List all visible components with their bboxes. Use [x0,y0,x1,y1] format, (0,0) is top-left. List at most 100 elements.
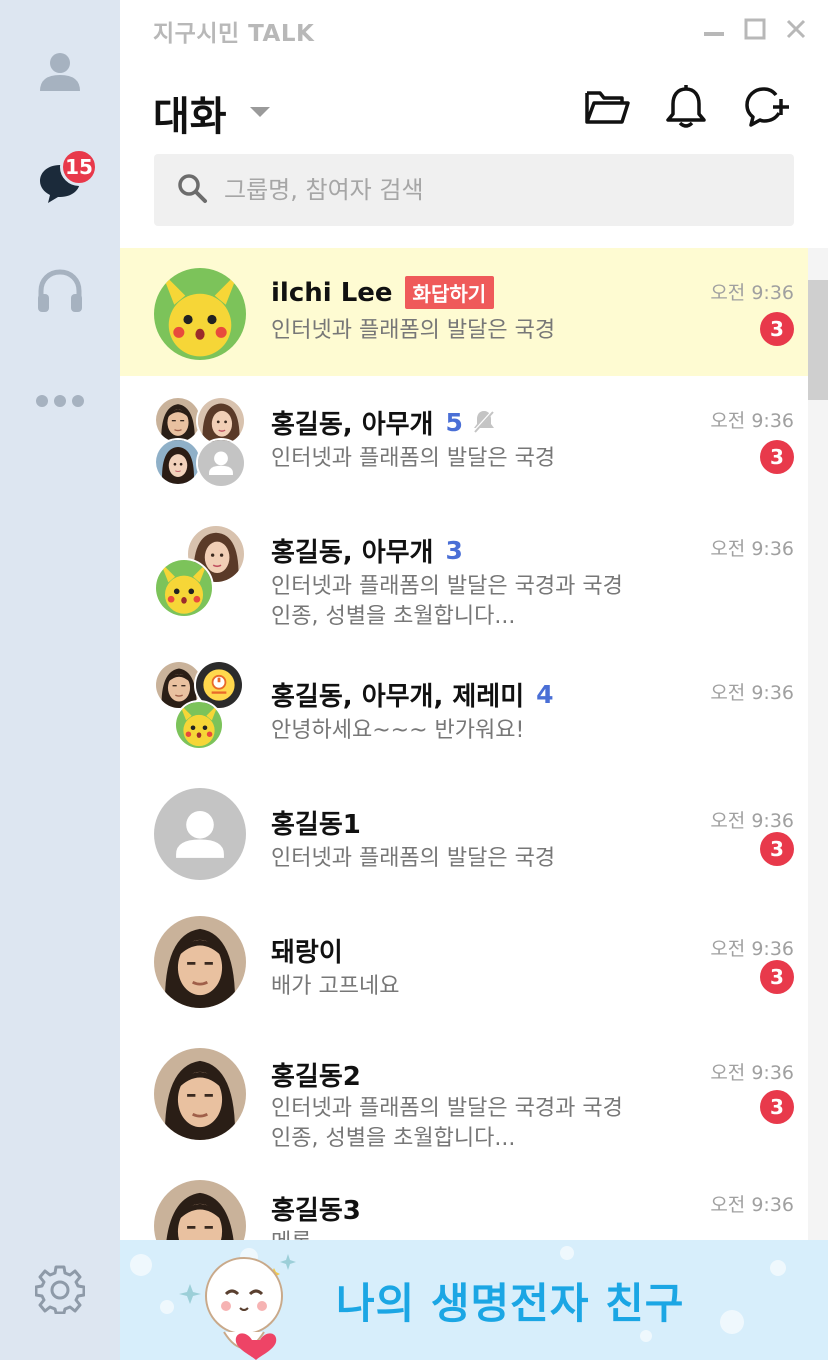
preview-line: 인터넷과 플래폼의 발달은 국경 [271,846,556,871]
conversation-row[interactable]: 홍길동3 메롱 오전 9:36 [120,1176,808,1240]
member-count: 4 [536,680,554,709]
preview-line: 배가 고프네요 [271,974,400,999]
nav-chats[interactable] [0,136,120,226]
avatar [154,268,246,360]
folder-icon [584,87,630,131]
headphones-icon [35,266,85,316]
message-preview: 인터넷과 플래폼의 발달은 국경과 국경 인종, 성별을 초월합니다... [271,572,671,632]
unread-badge: 3 [760,440,794,474]
group-avatar [154,524,246,618]
folder-button[interactable] [582,84,632,134]
conversation-row[interactable]: 홍길동2 인터넷과 플래폼의 발달은 국경과 국경 인종, 성별을 초월합니다.… [120,1032,808,1176]
banner-text: 나의 생명전자 친구 [336,1279,685,1328]
conversation-name: ilchi Lee [271,277,393,308]
unread-badge: 3 [760,832,794,866]
message-preview: 인터넷과 플래폼의 발달은 국경과 국경 인종, 성별을 초월합니다... [271,1094,671,1154]
nav-profile[interactable] [0,26,120,116]
title-dropdown[interactable] [248,104,272,123]
member-avatar [196,438,246,488]
avatar [154,788,246,880]
conversation-row[interactable]: 홍길동, 아무개, 제레미 4 안녕하세요~~~ 반가워요! 오전 9:36 [120,648,808,776]
minimize-icon [703,18,725,44]
timestamp: 오전 9:36 [710,938,794,960]
chat-unread-badge: 15 [60,148,98,186]
new-chat-button[interactable] [742,84,792,134]
timestamp: 오전 9:36 [710,282,794,304]
message-preview: 인터넷과 플래폼의 발달은 국경 [271,444,671,474]
conversation-row[interactable]: 돼랑이 배가 고프네요 오전 9:36 3 [120,904,808,1032]
preview-line: 인종, 성별을 초월합니다... [271,1126,516,1151]
timestamp: 오전 9:36 [710,410,794,432]
timestamp: 오전 9:36 [710,538,794,560]
conversation-name: 홍길동1 [271,810,361,840]
close-button[interactable] [781,16,811,46]
conversation-name: 홍길동3 [271,1196,361,1226]
avatar [154,1180,246,1240]
app-title: 지구시민 TALK [153,21,315,47]
preview-line: 인터넷과 플래폼의 발달은 국경과 국경 [271,574,623,599]
reply-tag[interactable]: 화답하기 [404,276,495,309]
nav-support[interactable] [0,246,120,336]
conversation-name: 홍길동2 [271,1062,361,1092]
group-avatar [154,396,246,488]
search-input[interactable] [224,176,764,204]
conversation-row[interactable]: 홍길동1 인터넷과 플래폼의 발달은 국경 오전 9:36 3 [120,776,808,904]
nav-settings[interactable] [0,1244,120,1334]
conversation-name: 홍길동, 아무개, 제레미 [271,682,525,712]
scrollbar-thumb[interactable] [808,280,828,400]
close-icon [785,18,807,44]
page-title: 대화 [153,94,227,140]
caret-down-icon [248,104,272,123]
unread-badge: 3 [760,1090,794,1124]
group-avatar [154,660,246,752]
maximize-button[interactable] [740,16,770,46]
member-avatar [154,558,214,618]
left-rail: 15 [0,0,120,1360]
character-illustration-icon [160,1244,310,1360]
avatar [154,1048,246,1140]
conversation-name: 돼랑이 [271,938,343,968]
avatar [154,916,246,1008]
conversation-list: ilchi Lee 화답하기 인터넷과 플래폼의 발달은 국경 오전 9:36 … [120,248,808,1240]
message-preview: 메롱 [271,1228,671,1240]
minimize-button[interactable] [699,16,729,46]
preview-line: 인터넷과 플래폼의 발달은 국경과 국경 [271,1096,623,1121]
conversation-row[interactable]: 홍길동, 아무개 5 인터넷과 플래폼의 발달은 국경 오전 9:36 3 [120,376,808,504]
conversation-name: 홍길동, 아무개 [271,538,434,568]
conversation-row[interactable]: 홍길동, 아무개 3 인터넷과 플래폼의 발달은 국경과 국경 인종, 성별을 … [120,504,808,648]
preview-line: 인종, 성별을 초월합니다... [271,604,516,629]
member-count: 5 [445,408,463,437]
person-icon [36,47,84,95]
unread-badge: 3 [760,960,794,994]
more-dots-icon [35,394,85,408]
bell-muted-icon [471,408,497,438]
nav-more[interactable] [0,356,120,446]
search-icon [176,172,208,208]
message-preview: 인터넷과 플래폼의 발달은 국경 [271,316,671,346]
gear-icon [35,1264,85,1314]
notification-button[interactable] [661,84,711,134]
add-chat-icon [743,85,791,133]
preview-line: 인터넷과 플래폼의 발달은 국경 [271,446,556,471]
promo-banner[interactable]: 나의 생명전자 친구 [120,1240,828,1360]
maximize-icon [744,18,766,44]
member-count: 3 [445,536,463,565]
search-bar[interactable] [154,154,794,226]
timestamp: 오전 9:36 [710,682,794,704]
member-avatar [154,396,202,444]
preview-line: 인터넷과 플래폼의 발달은 국경 [271,318,556,343]
message-preview: 인터넷과 플래폼의 발달은 국경 [271,844,671,874]
message-preview: 배가 고프네요 [271,972,671,1002]
conversation-name: 홍길동, 아무개 [271,410,434,440]
timestamp: 오전 9:36 [710,1062,794,1084]
timestamp: 오전 9:36 [710,1194,794,1216]
member-avatar [174,700,224,750]
member-avatar [154,438,202,486]
conversation-row[interactable]: ilchi Lee 화답하기 인터넷과 플래폼의 발달은 국경 오전 9:36 … [120,248,808,376]
timestamp: 오전 9:36 [710,810,794,832]
message-preview: 안녕하세요~~~ 반가워요! [271,716,671,746]
preview-line: 메롱 [271,1228,671,1240]
preview-line: 안녕하세요~~~ 반가워요! [271,718,525,743]
bell-icon [664,84,708,134]
unread-badge: 3 [760,312,794,346]
